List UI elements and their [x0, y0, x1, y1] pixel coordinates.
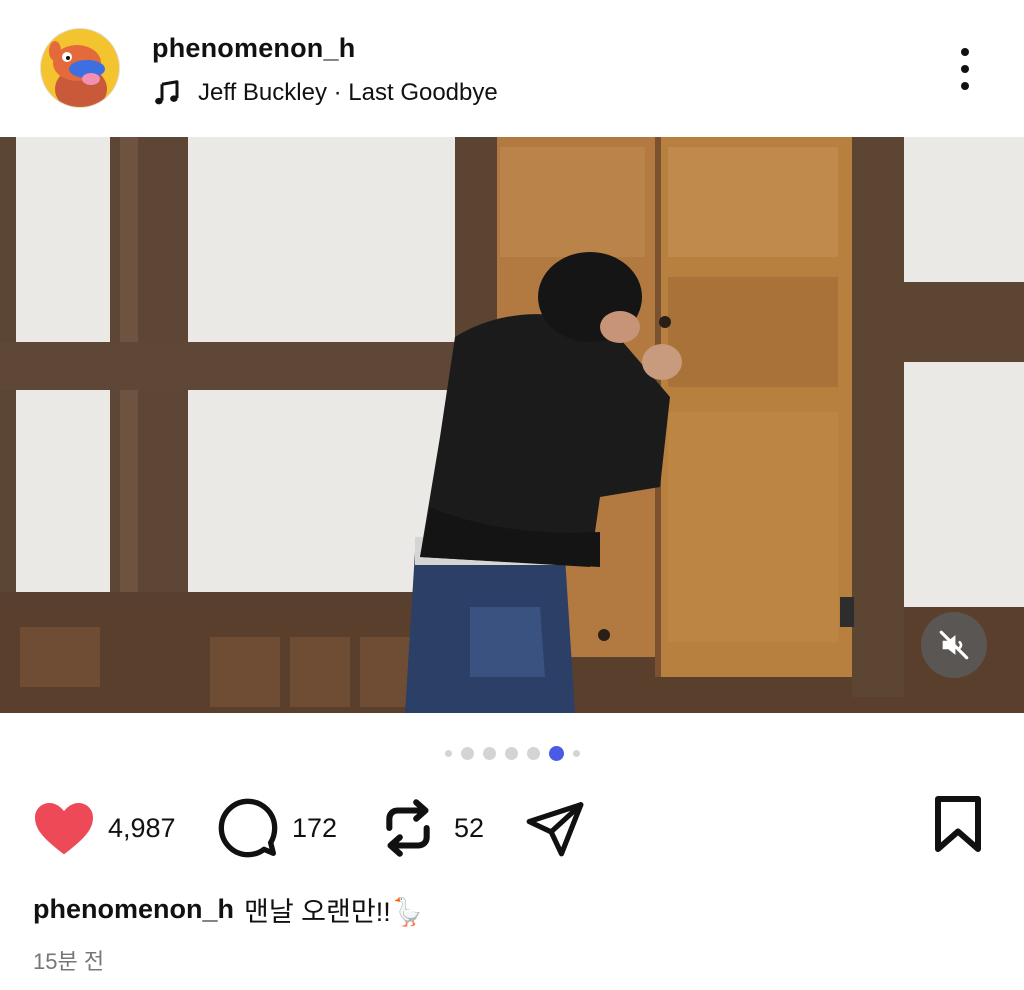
post-caption: phenomenon_h 맨날 오랜만!!🪿 — [33, 890, 424, 929]
repost-count: 52 — [454, 812, 485, 843]
more-options-button[interactable] — [946, 44, 984, 94]
carousel-dot — [504, 746, 518, 760]
carousel-dot-active — [548, 745, 564, 761]
mute-button[interactable] — [921, 612, 987, 678]
carousel-indicator — [0, 743, 1024, 763]
carousel-dot — [572, 749, 580, 757]
send-icon — [526, 802, 584, 857]
post-actions: 4,987 172 52 — [0, 790, 1024, 870]
carousel-dot — [482, 746, 496, 760]
music-label: Jeff Buckley · Last Goodbye — [198, 79, 498, 106]
comment-count: 172 — [292, 812, 338, 843]
post-timestamp: 15분 전 — [33, 949, 105, 974]
post-photo[interactable] — [0, 137, 1024, 713]
carousel-dot — [444, 749, 452, 757]
carousel-dot — [526, 746, 540, 760]
post-username[interactable]: phenomenon_h — [152, 33, 355, 64]
post-header: phenomenon_h Jeff Buckley · Last Goodbye — [0, 0, 1024, 137]
repost-button[interactable]: 52 — [380, 790, 484, 866]
more-vertical-icon — [961, 48, 969, 56]
caption-text: 맨날 오랜만!!🪿 — [244, 897, 425, 927]
speaker-muted-icon — [939, 630, 969, 660]
comment-bubble-icon — [218, 798, 278, 858]
like-count: 4,987 — [108, 812, 176, 843]
heart-filled-icon — [35, 802, 93, 855]
avatar-cartoon-icon — [41, 29, 119, 107]
avatar[interactable] — [40, 28, 120, 108]
more-dot — [961, 82, 969, 90]
carousel-dot — [460, 746, 474, 760]
bookmark-icon — [935, 796, 981, 852]
photo-image — [0, 137, 1024, 713]
music-track[interactable]: Jeff Buckley · Last Goodbye — [152, 76, 498, 110]
like-button[interactable]: 4,987 — [32, 790, 176, 866]
repost-icon — [386, 799, 430, 857]
more-dot — [961, 65, 969, 73]
music-note-icon — [155, 80, 179, 105]
caption-username[interactable]: phenomenon_h — [33, 894, 234, 925]
save-button[interactable] — [930, 794, 986, 859]
comment-button[interactable]: 172 — [216, 790, 337, 866]
share-button[interactable] — [524, 790, 586, 866]
